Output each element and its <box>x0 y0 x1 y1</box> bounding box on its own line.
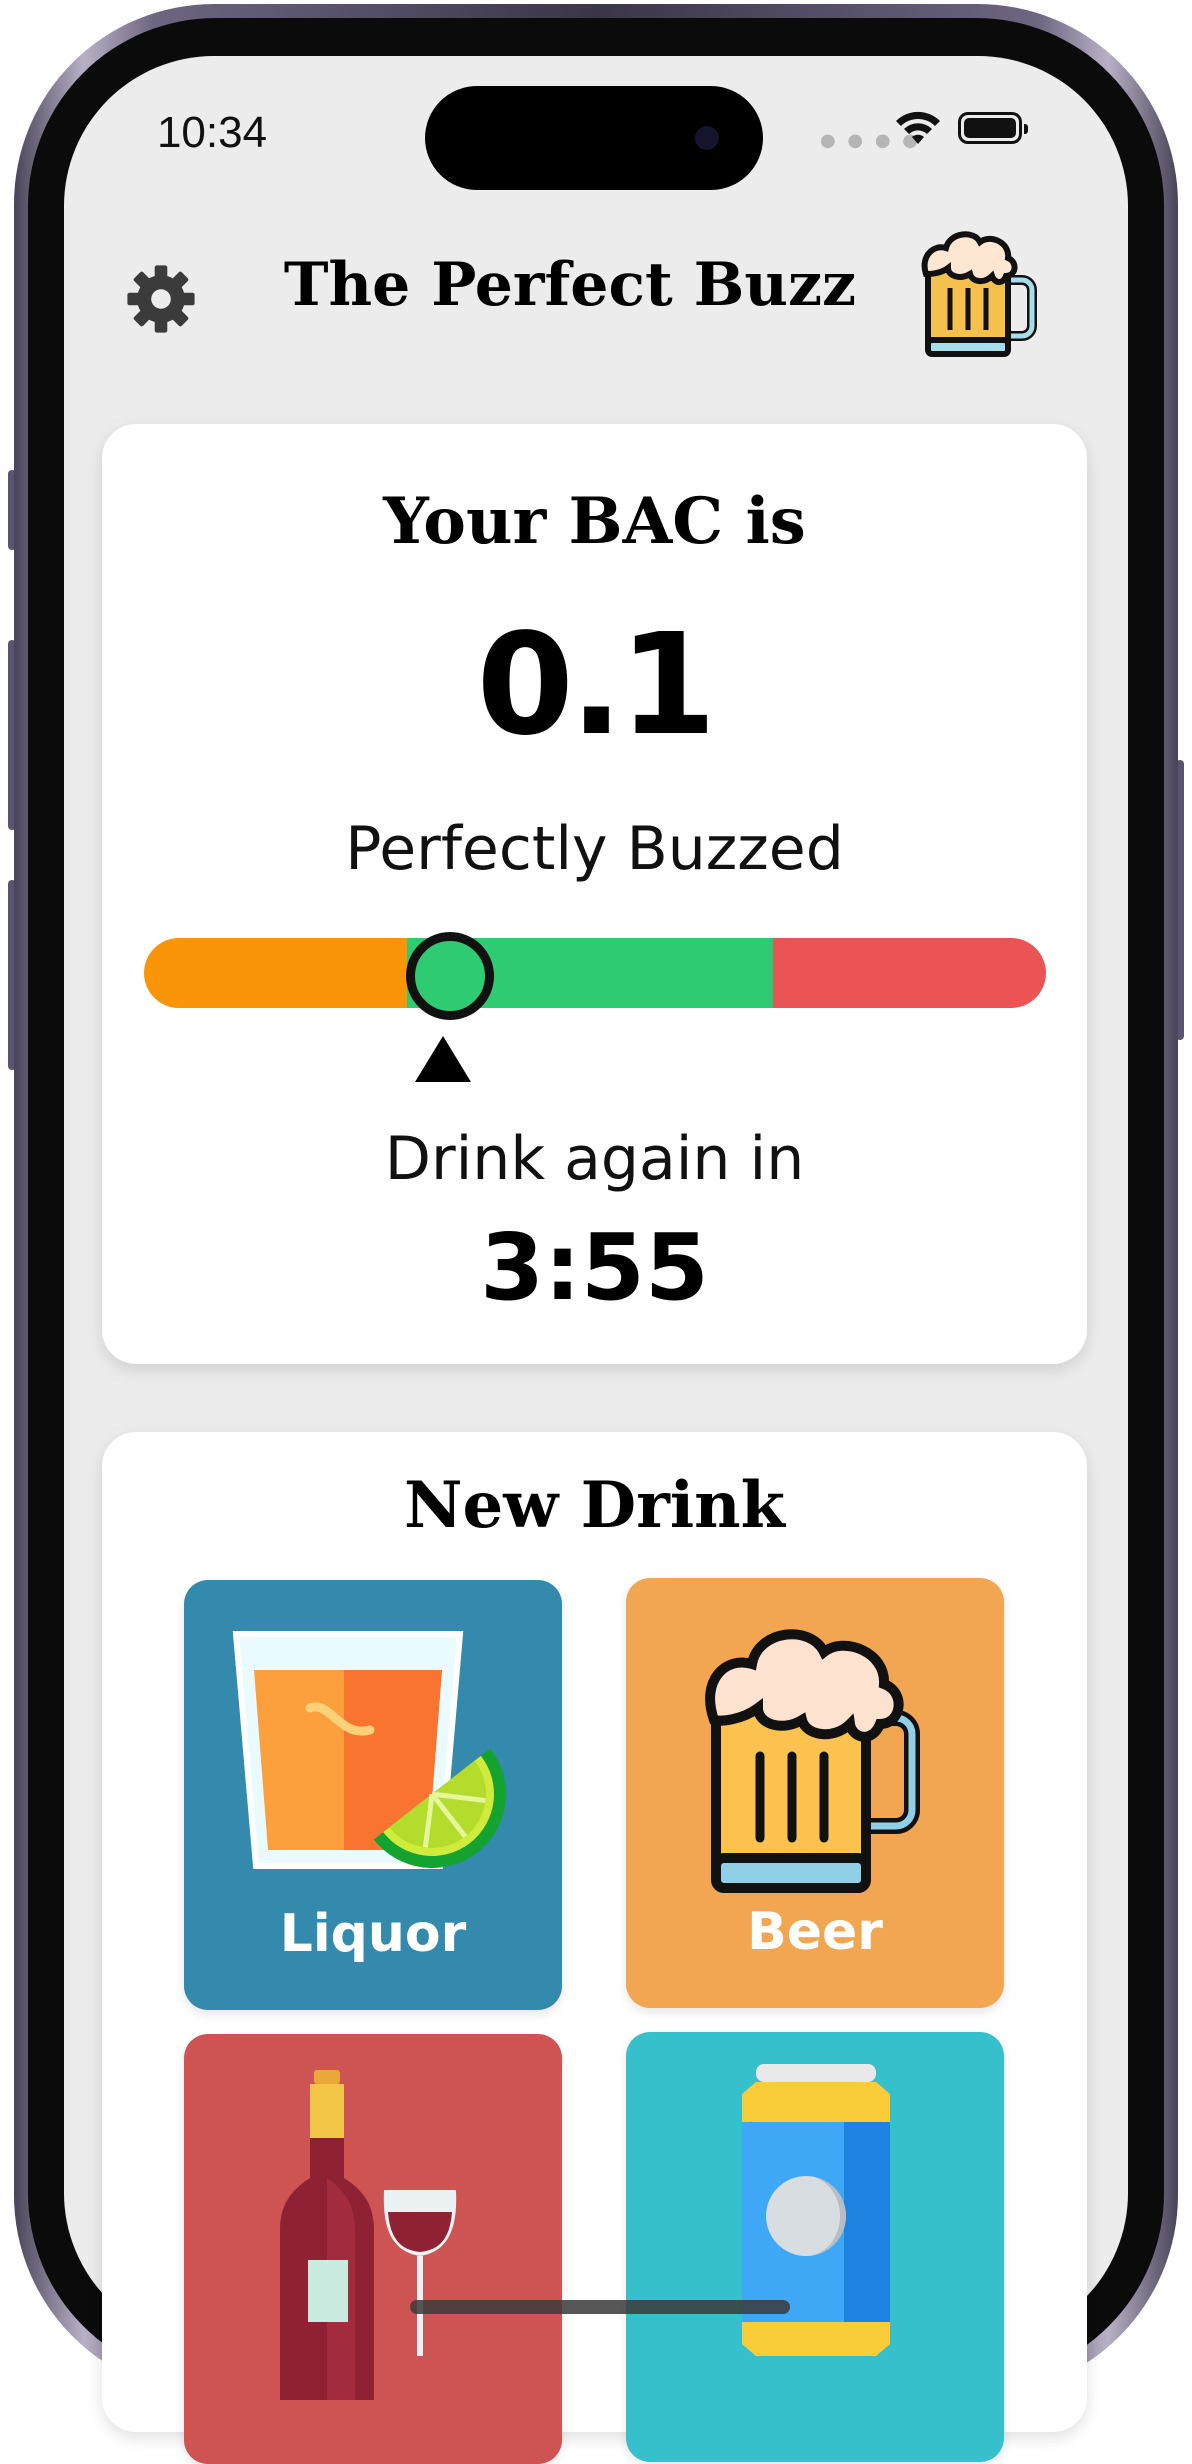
bac-value: 0.1 <box>476 604 716 767</box>
app-title: The Perfect Buzz <box>283 250 857 320</box>
wine-bottle-icon <box>280 2070 457 2400</box>
gauge-pointer-icon <box>415 1036 471 1082</box>
liquor-tile[interactable]: Liquor <box>184 1580 562 2010</box>
wine-tile[interactable] <box>184 2034 562 2464</box>
beer-tile[interactable]: Beer <box>626 1578 1004 2008</box>
new-drink-card: New Drink Liquor Beer <box>102 1432 1087 2464</box>
battery-icon <box>958 112 1028 144</box>
gauge-indicator <box>406 932 494 1020</box>
liquor-label: Liquor <box>279 1904 467 1964</box>
home-indicator[interactable] <box>410 2300 790 2314</box>
bac-status-text: Perfectly Buzzed <box>345 814 844 884</box>
drink-again-timer: 3:55 <box>480 1214 709 1321</box>
dynamic-island <box>425 86 763 190</box>
gauge-high-segment <box>773 938 1046 1008</box>
wifi-icon <box>896 111 940 144</box>
beer-mug-icon <box>705 1629 920 1893</box>
gauge-low-segment <box>144 938 407 1008</box>
liquor-glass-icon <box>232 1631 506 1869</box>
bac-card: Your BAC is 0.1 Perfectly Buzzed Drink a… <box>102 424 1087 1364</box>
bac-gauge <box>144 938 1046 1008</box>
camera-icon <box>695 126 719 150</box>
new-drink-title: New Drink <box>404 1468 785 1543</box>
beer-can-icon <box>742 2064 890 2356</box>
gear-icon[interactable] <box>126 264 196 334</box>
status-icons: ● ● ● ● <box>820 110 1040 151</box>
beer-mug-logo-icon <box>921 231 1037 357</box>
can-tile[interactable] <box>626 2032 1004 2462</box>
beer-label: Beer <box>747 1902 883 1962</box>
bac-label: Your BAC is <box>383 484 806 559</box>
drink-again-label: Drink again in <box>384 1124 805 1194</box>
status-time: 10:34 <box>156 108 268 157</box>
